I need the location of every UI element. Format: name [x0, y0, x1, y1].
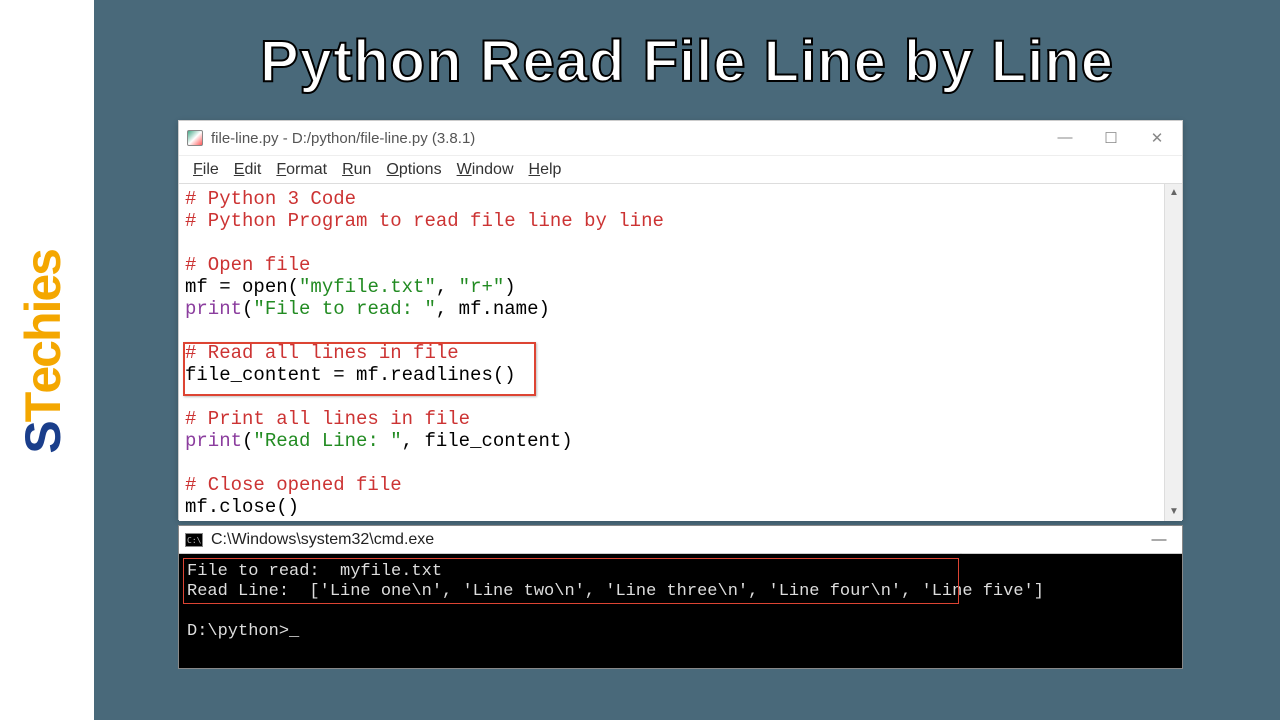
menu-run[interactable]: Run [336, 159, 377, 181]
cmd-icon: C:\ [185, 533, 203, 547]
menu-help[interactable]: Help [523, 159, 568, 181]
cmd-output[interactable]: File to read: myfile.txt Read Line: ['Li… [179, 554, 1182, 690]
logo: STechies [14, 250, 76, 454]
cmd-window-controls: — [1148, 531, 1176, 548]
menu-edit[interactable]: Edit [228, 159, 268, 181]
editor-window: file-line.py - D:/python/file-line.py (3… [178, 120, 1183, 520]
code-content: # Python 3 Code # Python Program to read… [179, 184, 1182, 521]
idle-icon [187, 130, 203, 146]
cmd-title-text: C:\Windows\system32\cmd.exe [211, 531, 434, 549]
vertical-scrollbar[interactable]: ▲ ▼ [1164, 184, 1182, 521]
scroll-up-icon[interactable]: ▲ [1165, 184, 1182, 202]
menu-file[interactable]: File [187, 159, 225, 181]
editor-title-text: file-line.py - D:/python/file-line.py (3… [211, 130, 475, 147]
minimize-button[interactable]: — [1054, 129, 1076, 147]
menu-options[interactable]: Options [380, 159, 447, 181]
editor-titlebar: file-line.py - D:/python/file-line.py (3… [179, 121, 1182, 156]
editor-window-controls: — ☐ ✕ [1054, 129, 1174, 147]
menu-window[interactable]: Window [451, 159, 520, 181]
cmd-cursor: _ [289, 622, 299, 641]
page-title: Python Read File Line by Line [94, 28, 1280, 95]
code-area[interactable]: # Python 3 Code # Python Program to read… [179, 184, 1182, 521]
scroll-down-icon[interactable]: ▼ [1165, 503, 1182, 521]
maximize-button[interactable]: ☐ [1100, 129, 1122, 147]
cmd-window: C:\ C:\Windows\system32\cmd.exe — File t… [178, 525, 1183, 669]
close-button[interactable]: ✕ [1146, 129, 1168, 147]
cmd-minimize-button[interactable]: — [1148, 531, 1170, 548]
editor-menubar: File Edit Format Run Options Window Help [179, 156, 1182, 184]
menu-format[interactable]: Format [270, 159, 333, 181]
cmd-titlebar: C:\ C:\Windows\system32\cmd.exe — [179, 526, 1182, 554]
